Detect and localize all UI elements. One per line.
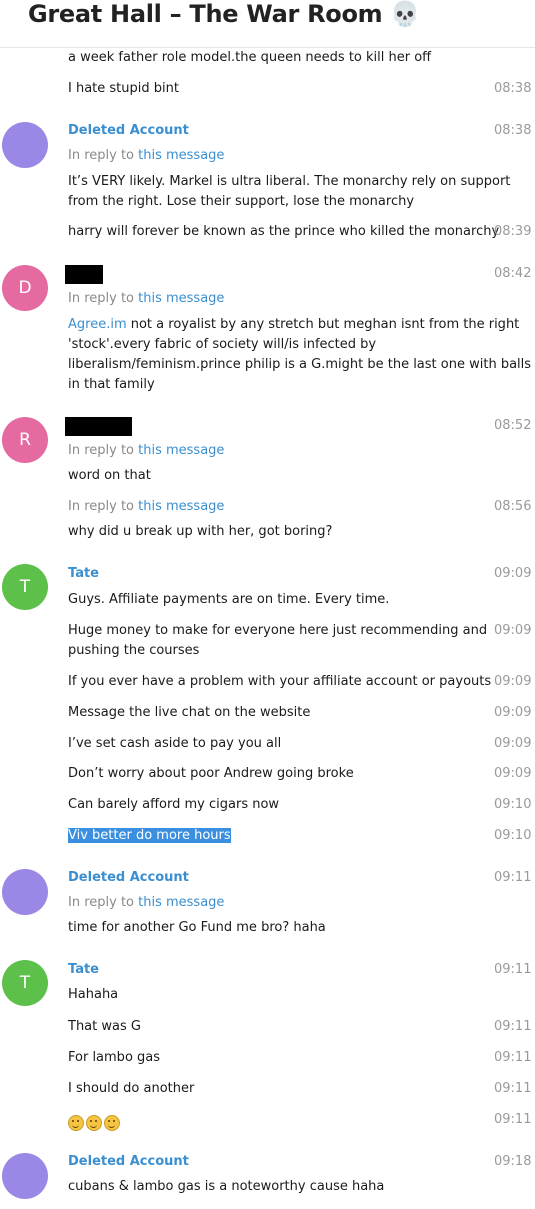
message-time: 09:11 — [494, 1081, 532, 1096]
reply-link[interactable]: this message — [138, 499, 224, 514]
message-text-selected: Viv better do more hours — [68, 826, 231, 846]
message-time: 09:09 — [494, 623, 532, 638]
message-time: 09:09 — [494, 705, 532, 720]
message-text: word on that — [68, 468, 151, 483]
message-text: Message the live chat on the website — [68, 705, 311, 720]
message-time: 09:09 — [494, 566, 532, 581]
message-time: 08:38 — [494, 123, 532, 138]
reply-prefix: In reply to — [68, 895, 139, 910]
avatar[interactable] — [2, 122, 48, 168]
avatar[interactable] — [2, 869, 48, 915]
avatar[interactable] — [2, 1153, 48, 1199]
reply-indicator: In reply to this message — [68, 497, 224, 517]
message-time: 09:11 — [494, 1050, 532, 1065]
message-text: harry will forever be known as the princ… — [68, 224, 500, 239]
avatar[interactable]: D — [2, 265, 48, 311]
message-link[interactable]: Agree.im — [68, 317, 127, 332]
reply-indicator: In reply to this message — [68, 441, 224, 461]
message-time: 09:10 — [494, 828, 532, 843]
message-text: If you ever have a problem with your aff… — [68, 674, 492, 689]
sender-name[interactable]: Tate — [68, 564, 99, 584]
sender-name[interactable]: Deleted Account — [68, 121, 189, 141]
message-time: 08:38 — [494, 81, 532, 96]
reply-prefix: In reply to — [68, 291, 139, 306]
reply-link[interactable]: this message — [138, 895, 224, 910]
reply-link[interactable]: this message — [138, 148, 224, 163]
message-text: I’ve set cash aside to pay you all — [68, 736, 282, 751]
sender-name[interactable]: Deleted Account — [68, 868, 189, 888]
reply-indicator: In reply to this message — [68, 146, 224, 166]
message-text: time for another Go Fund me bro? haha — [68, 920, 326, 935]
reply-indicator: In reply to this message — [68, 893, 224, 913]
avatar[interactable]: T — [2, 564, 48, 610]
message-text: Huge money to make for everyone here jus… — [68, 623, 488, 658]
message-text: That was G — [68, 1019, 141, 1034]
message-time: 09:11 — [494, 1112, 532, 1127]
smirk-face-icon — [104, 1114, 120, 1131]
avatar[interactable]: T — [2, 960, 48, 1006]
message-text: Don’t worry about poor Andrew going brok… — [68, 766, 354, 781]
smirk-face-icon — [68, 1114, 84, 1131]
sender-name[interactable]: Tate — [68, 960, 99, 980]
sender-name[interactable]: Deleted Account — [68, 1152, 189, 1172]
message-text: I should do another — [68, 1081, 195, 1096]
reply-link[interactable]: this message — [138, 443, 224, 458]
selected-text[interactable]: Viv better do more hours — [68, 828, 231, 843]
reply-link[interactable]: this message — [138, 291, 224, 306]
emoji-message — [68, 1112, 122, 1131]
redacted-name — [65, 265, 103, 284]
message-time: 09:11 — [494, 962, 532, 977]
message-time: 08:56 — [494, 499, 532, 514]
message-text: cubans & lambo gas is a noteworthy cause… — [68, 1179, 385, 1194]
redacted-name — [65, 417, 132, 436]
message-time: 08:39 — [494, 224, 532, 239]
message-body: not a royalist by any stretch but meghan… — [68, 317, 532, 392]
reply-prefix: In reply to — [68, 443, 139, 458]
message-text: Can barely afford my cigars now — [68, 797, 280, 812]
message-time: 09:18 — [494, 1154, 532, 1169]
smirk-face-icon — [86, 1114, 102, 1131]
message-time: 09:11 — [494, 1019, 532, 1034]
message-text: I hate stupid bint — [68, 81, 179, 96]
message-time: 09:09 — [494, 766, 532, 781]
message-text: Hahaha — [68, 987, 119, 1002]
message-list: a week father role model.the queen needs… — [0, 0, 535, 1209]
message-text: a week father role model.the queen needs… — [68, 50, 432, 65]
message-time: 09:11 — [494, 870, 532, 885]
message-time: 09:09 — [494, 674, 532, 689]
message-time: 08:52 — [494, 418, 532, 433]
reply-indicator: In reply to this message — [68, 289, 224, 309]
message-text: It’s VERY likely. Markel is ultra libera… — [68, 174, 511, 209]
message-text: Agree.im not a royalist by any stretch b… — [68, 315, 531, 395]
message-time: 09:10 — [494, 797, 532, 812]
message-time: 08:42 — [494, 266, 532, 281]
message-text: why did u break up with her, got boring? — [68, 524, 333, 539]
reply-prefix: In reply to — [68, 148, 139, 163]
message-text: For lambo gas — [68, 1050, 161, 1065]
avatar[interactable]: R — [2, 417, 48, 463]
reply-prefix: In reply to — [68, 499, 139, 514]
message-time: 09:09 — [494, 736, 532, 751]
message-text: Guys. Affiliate payments are on time. Ev… — [68, 592, 390, 607]
